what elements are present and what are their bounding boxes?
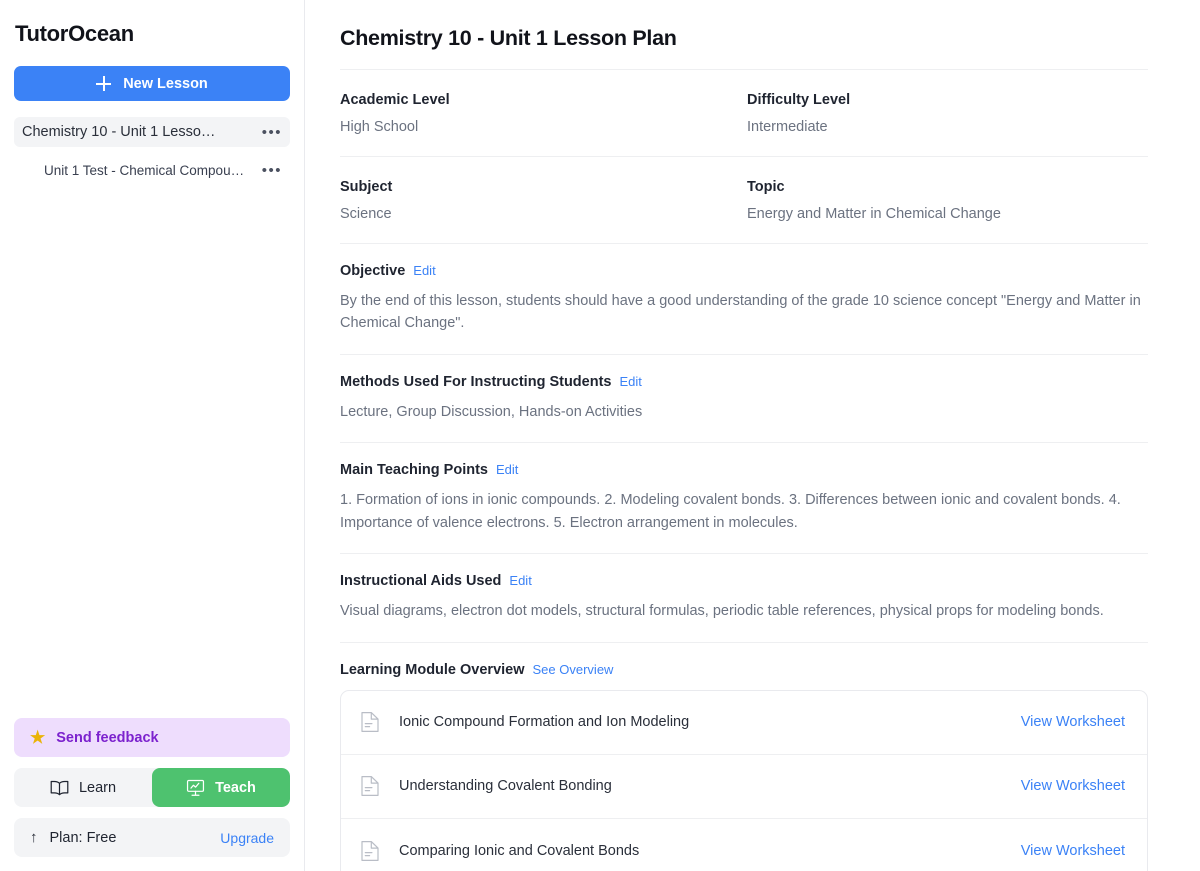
lesson-options-icon[interactable]: ••• (254, 125, 282, 140)
section-body: Visual diagrams, electron dot models, st… (340, 603, 1104, 620)
arrow-up-icon: ↑ (30, 829, 38, 846)
mode-button-teach-label: Teach (215, 779, 256, 796)
edit-teaching-points-link[interactable]: Edit (496, 462, 518, 477)
section-body: Lecture, Group Discussion, Hands-on Acti… (340, 403, 643, 420)
field-label: Subject (340, 179, 393, 195)
section-label: Methods Used For Instructing Students (340, 373, 612, 390)
field-label: Topic (747, 179, 785, 195)
field-subject: Subject Science (340, 179, 747, 222)
presentation-chart-icon (187, 779, 205, 796)
mode-button-learn[interactable]: Learn (14, 768, 152, 807)
field-row-academic-difficulty: Academic Level High School Difficulty Le… (340, 70, 1148, 156)
view-worksheet-link[interactable]: View Worksheet (1021, 843, 1125, 859)
mode-button-teach[interactable]: Teach (152, 768, 290, 807)
page-title: Chemistry 10 - Unit 1 Lesson Plan (340, 26, 677, 50)
worksheet-name: Comparing Ionic and Covalent Bonds (399, 842, 640, 859)
app-root: TutorOcean New Lesson Chemistry 10 - Uni… (0, 0, 1200, 871)
field-value: Energy and Matter in Chemical Change (747, 206, 1001, 222)
worksheet-row[interactable]: Ionic Compound Formation and Ion Modelin… (341, 691, 1147, 755)
section-body: By the end of this lesson, students shou… (340, 293, 1141, 332)
section-objective: Objective Edit By the end of this lesson… (340, 244, 1148, 354)
plan-label: Plan: Free (49, 829, 117, 846)
mode-button-learn-label: Learn (78, 779, 117, 796)
edit-instructional-aids-link[interactable]: Edit (509, 573, 531, 588)
worksheet-name: Ionic Compound Formation and Ion Modelin… (399, 714, 690, 731)
plus-icon (96, 76, 112, 91)
section-label: Main Teaching Points (340, 462, 488, 479)
worksheet-list: Ionic Compound Formation and Ion Modelin… (340, 689, 1148, 871)
document-icon (361, 712, 379, 733)
sidebar-item-lesson-chemistry-10[interactable]: Chemistry 10 - Unit 1 Lesso… ••• (14, 117, 290, 147)
section-learning-module-overview: Learning Module Overview See Overview Io… (340, 643, 1148, 871)
section-instructional-aids: Instructional Aids Used Edit Visual diag… (340, 554, 1148, 641)
send-feedback-button[interactable]: ★ Send feedback (14, 718, 290, 757)
see-overview-link[interactable]: See Overview (533, 662, 614, 677)
field-label: Academic Level (340, 92, 450, 108)
section-header: Methods Used For Instructing Students Ed… (340, 374, 1148, 390)
worksheet-row[interactable]: Comparing Ionic and Covalent Bonds View … (341, 819, 1147, 871)
field-academic-level: Academic Level High School (340, 92, 747, 135)
new-lesson-label: New Lesson (123, 75, 208, 92)
field-value: High School (340, 119, 419, 135)
sidebar: TutorOcean New Lesson Chemistry 10 - Uni… (0, 0, 305, 871)
section-label: Instructional Aids Used (340, 573, 502, 590)
section-header: Objective Edit (340, 263, 1148, 279)
field-label: Difficulty Level (747, 92, 851, 108)
mode-toggle: Learn Teach (14, 768, 290, 807)
section-methods: Methods Used For Instructing Students Ed… (340, 355, 1148, 442)
section-teaching-points: Main Teaching Points Edit 1. Formation o… (340, 443, 1148, 553)
lesson-item-label: Chemistry 10 - Unit 1 Lesso… (22, 124, 216, 140)
lesson-options-icon[interactable]: ••• (254, 163, 282, 178)
sidebar-item-lesson-unit-1-test[interactable]: Unit 1 Test - Chemical Compou… ••• (14, 155, 290, 185)
field-value: Science (340, 206, 392, 222)
worksheet-name: Understanding Covalent Bonding (399, 778, 612, 795)
upgrade-link[interactable]: Upgrade (220, 830, 274, 846)
edit-methods-link[interactable]: Edit (619, 374, 641, 389)
lesson-list: Chemistry 10 - Unit 1 Lesso… ••• Unit 1 … (14, 117, 290, 185)
field-row-subject-topic: Subject Science Topic Energy and Matter … (340, 157, 1148, 243)
lesson-item-label: Unit 1 Test - Chemical Compou… (44, 162, 245, 178)
view-worksheet-link[interactable]: View Worksheet (1021, 714, 1125, 730)
plan-row[interactable]: ↑ Plan: Free Upgrade (14, 818, 290, 857)
section-header: Learning Module Overview See Overview (340, 662, 1148, 678)
section-header: Main Teaching Points Edit (340, 462, 1148, 478)
edit-objective-link[interactable]: Edit (413, 263, 435, 278)
field-difficulty-level: Difficulty Level Intermediate (747, 92, 1148, 135)
view-worksheet-link[interactable]: View Worksheet (1021, 778, 1125, 794)
section-label: Objective (340, 263, 406, 279)
worksheet-row[interactable]: Understanding Covalent Bonding View Work… (341, 755, 1147, 819)
book-icon (50, 780, 69, 795)
document-icon (361, 776, 379, 797)
main-content: Chemistry 10 - Unit 1 Lesson Plan Academ… (305, 0, 1200, 871)
star-icon: ★ (30, 728, 46, 747)
section-header: Instructional Aids Used Edit (340, 573, 1148, 589)
field-topic: Topic Energy and Matter in Chemical Chan… (747, 179, 1148, 222)
new-lesson-button[interactable]: New Lesson (14, 66, 290, 101)
field-value: Intermediate (747, 119, 828, 135)
section-label: Learning Module Overview (340, 661, 525, 678)
send-feedback-label: Send feedback (56, 729, 159, 746)
app-brand-title: TutorOcean (15, 21, 134, 46)
document-icon (361, 840, 379, 861)
section-body: 1. Formation of ions in ionic compounds.… (340, 492, 1121, 531)
